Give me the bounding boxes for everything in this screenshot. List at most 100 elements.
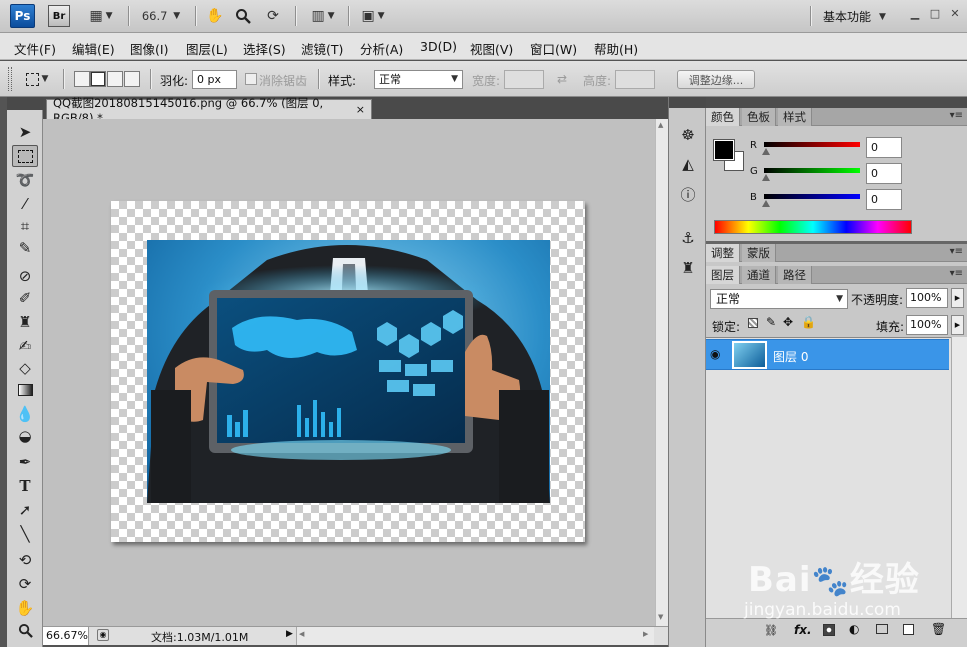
zoom-percent-field[interactable]: 66.67% bbox=[43, 627, 89, 645]
3d-orbit-tool[interactable]: ⟳ bbox=[12, 573, 38, 595]
brushes-button[interactable]: ♜ bbox=[675, 257, 701, 279]
intersect-selection-button[interactable] bbox=[124, 71, 140, 87]
menu-item[interactable]: 图像(I) bbox=[130, 39, 168, 58]
lock-all-icon[interactable]: 🔒 bbox=[801, 315, 816, 329]
eraser-tool[interactable]: ◇ bbox=[12, 357, 38, 379]
refine-edge-button[interactable]: 调整边缘... bbox=[677, 70, 755, 89]
dodge-tool[interactable]: ◒ bbox=[12, 425, 38, 447]
shape-tool[interactable]: ╲ bbox=[12, 523, 38, 545]
info-button[interactable]: ⓘ bbox=[675, 183, 701, 205]
options-grip[interactable] bbox=[8, 67, 12, 91]
opacity-arrow-icon[interactable]: ▶ bbox=[951, 288, 964, 308]
add-mask-icon[interactable] bbox=[823, 624, 835, 636]
scroll-right-icon[interactable]: ▶ bbox=[643, 630, 648, 638]
panel-menu-icon[interactable]: ▾≡ bbox=[950, 246, 963, 257]
color-panel-header[interactable] bbox=[706, 97, 967, 108]
zoom-tool[interactable] bbox=[12, 619, 38, 641]
gradient-tool[interactable] bbox=[12, 379, 38, 401]
document-tab[interactable]: QQ截图20180815145016.png @ 66.7% (图层 0, RG… bbox=[46, 96, 372, 125]
eyedropper-tool[interactable]: ✎ bbox=[12, 237, 38, 259]
green-value-input[interactable]: 0 bbox=[866, 163, 902, 184]
fill-input[interactable]: 100% bbox=[906, 315, 948, 335]
status-menu-arrow-icon[interactable]: ▶ bbox=[286, 629, 293, 639]
menu-item[interactable]: 图层(L) bbox=[186, 39, 228, 58]
scroll-up-icon[interactable]: ▲ bbox=[658, 121, 663, 129]
panel-menu-icon[interactable]: ▾≡ bbox=[950, 110, 963, 121]
style-select[interactable]: 正常 ▼ bbox=[374, 70, 463, 89]
strip-header[interactable] bbox=[669, 97, 706, 108]
menu-item[interactable]: 选择(S) bbox=[243, 39, 286, 58]
close-window-button[interactable]: ✕ bbox=[948, 6, 962, 20]
red-slider[interactable]: R 0 bbox=[744, 137, 964, 161]
arrange-documents-button[interactable]: ▥ ▼ bbox=[305, 6, 341, 26]
hand-tool-button[interactable]: ✋ bbox=[204, 6, 226, 26]
layer-image[interactable] bbox=[147, 240, 550, 503]
close-document-icon[interactable]: × bbox=[356, 103, 365, 116]
fill-arrow-icon[interactable]: ▶ bbox=[951, 315, 964, 335]
green-thumb[interactable] bbox=[762, 174, 770, 181]
history-brush-tool[interactable]: ✍ bbox=[12, 335, 38, 357]
clone-source-button[interactable]: ⚓ bbox=[675, 227, 701, 249]
swap-dimensions-icon[interactable]: ⇄ bbox=[557, 72, 567, 86]
menu-item[interactable]: 分析(A) bbox=[360, 39, 403, 58]
blue-thumb[interactable] bbox=[762, 200, 770, 207]
screen-mode-button[interactable]: ▣ ▼ bbox=[355, 6, 391, 26]
tools-panel-header[interactable] bbox=[7, 97, 43, 110]
scroll-left-icon[interactable]: ◀ bbox=[299, 630, 304, 638]
brush-tool[interactable]: ✐ bbox=[12, 287, 38, 309]
type-tool[interactable]: T bbox=[12, 475, 38, 497]
red-value-input[interactable]: 0 bbox=[866, 137, 902, 158]
lock-transparency-icon[interactable] bbox=[748, 318, 758, 328]
add-to-selection-button[interactable] bbox=[90, 71, 106, 87]
lasso-tool[interactable]: ➰ bbox=[12, 169, 38, 191]
marquee-tool[interactable] bbox=[12, 145, 38, 167]
view-extras-button[interactable]: ▦ ▼ bbox=[84, 6, 118, 26]
vertical-scrollbar[interactable]: ▲ ▼ bbox=[655, 119, 668, 626]
panel-menu-icon[interactable]: ▾≡ bbox=[950, 268, 963, 279]
status-options-icon[interactable]: ◉ bbox=[97, 629, 109, 641]
lock-pixels-icon[interactable]: ✎ bbox=[766, 315, 776, 329]
navigator-button[interactable]: ☸ bbox=[675, 124, 701, 146]
quick-selection-tool[interactable]: ⁄ bbox=[12, 193, 38, 215]
pen-tool[interactable]: ✒ bbox=[12, 451, 38, 473]
adjustment-layer-icon[interactable]: ◐ bbox=[849, 622, 859, 636]
trash-icon[interactable]: 🗑 bbox=[931, 622, 946, 636]
crop-tool[interactable]: ⌗ bbox=[12, 215, 38, 237]
tab-masks[interactable]: 蒙版 bbox=[742, 244, 776, 262]
path-selection-tool[interactable]: ➚ bbox=[12, 499, 38, 521]
menu-item[interactable]: 窗口(W) bbox=[530, 39, 577, 58]
green-slider[interactable]: G 0 bbox=[744, 163, 964, 187]
tab-styles[interactable]: 样式 bbox=[778, 108, 812, 126]
link-layers-icon[interactable]: ⛓ bbox=[764, 624, 778, 637]
new-selection-button[interactable] bbox=[74, 71, 90, 87]
layer-style-icon[interactable]: fx. bbox=[794, 623, 812, 637]
eye-visibility-icon[interactable]: ◉ bbox=[710, 347, 720, 361]
blur-tool[interactable]: 💧 bbox=[12, 403, 38, 425]
menu-item[interactable]: 视图(V) bbox=[470, 39, 513, 58]
menu-item[interactable]: 3D(D) bbox=[420, 39, 457, 54]
zoom-level-dropdown[interactable]: 66.7 ▼ bbox=[138, 6, 184, 26]
histogram-button[interactable]: ◭ bbox=[675, 153, 701, 175]
new-layer-icon[interactable] bbox=[903, 624, 914, 635]
height-input[interactable] bbox=[615, 70, 655, 89]
tab-layers[interactable]: 图层 bbox=[706, 266, 740, 284]
tab-color[interactable]: 颜色 bbox=[706, 108, 740, 126]
blue-slider[interactable]: B 0 bbox=[744, 189, 964, 213]
layer-name[interactable]: 图层 0 bbox=[773, 348, 808, 365]
color-spectrum-bar[interactable] bbox=[714, 220, 912, 234]
menu-item[interactable]: 帮助(H) bbox=[594, 39, 638, 58]
new-group-icon[interactable] bbox=[876, 624, 888, 634]
menu-item[interactable]: 文件(F) bbox=[14, 39, 56, 58]
tab-channels[interactable]: 通道 bbox=[742, 266, 776, 284]
maximize-button[interactable]: □ bbox=[928, 6, 942, 20]
blend-mode-select[interactable]: 正常 ▼ bbox=[710, 289, 848, 309]
hand-tool[interactable]: ✋ bbox=[12, 597, 38, 619]
lock-position-icon[interactable]: ✥ bbox=[783, 315, 793, 329]
workspace-switcher[interactable]: 基本功能 ▼ bbox=[823, 8, 886, 25]
foreground-color-swatch[interactable] bbox=[713, 139, 735, 161]
launch-bridge-button[interactable]: Br bbox=[48, 5, 70, 27]
tab-paths[interactable]: 路径 bbox=[778, 266, 812, 284]
antialias-checkbox[interactable] bbox=[245, 73, 257, 85]
move-tool[interactable]: ➤ bbox=[12, 121, 38, 143]
opacity-input[interactable]: 100% bbox=[906, 288, 948, 308]
